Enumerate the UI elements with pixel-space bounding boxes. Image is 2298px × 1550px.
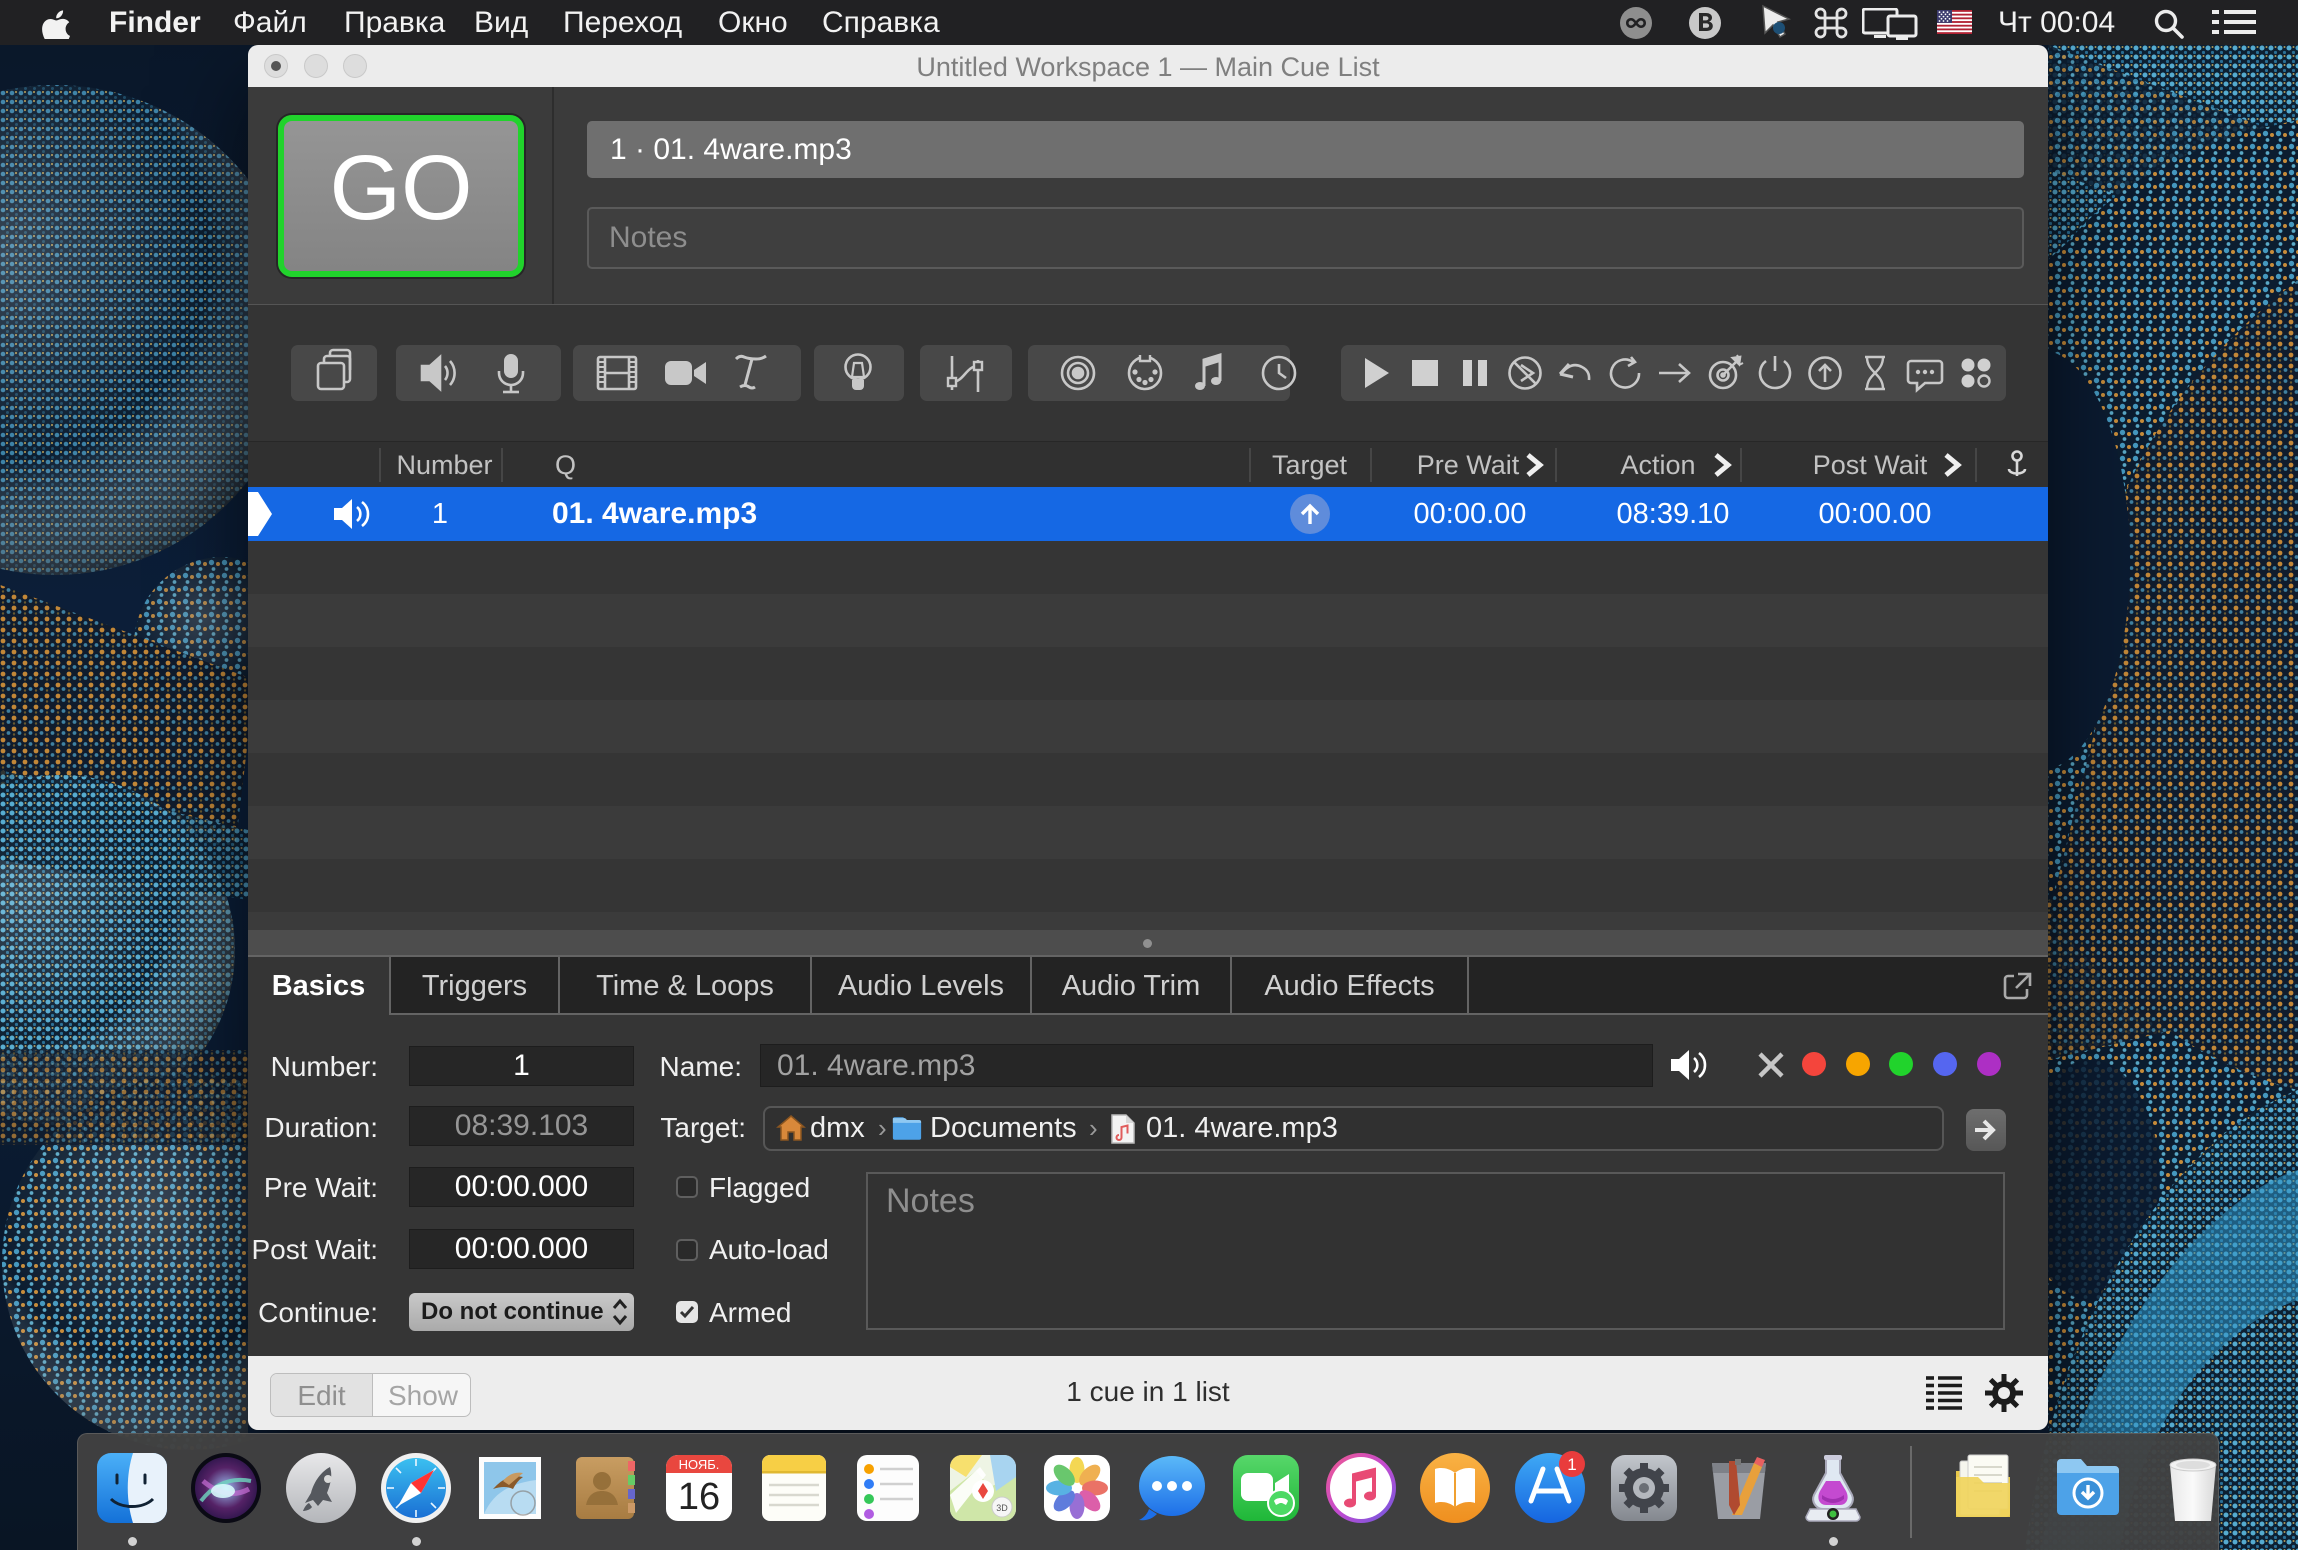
svg-text:1: 1 xyxy=(1567,1455,1576,1474)
svg-text:16: 16 xyxy=(678,1476,720,1518)
svg-text:НОЯБ.: НОЯБ. xyxy=(679,1457,720,1472)
svg-text:3D: 3D xyxy=(996,1503,1008,1513)
